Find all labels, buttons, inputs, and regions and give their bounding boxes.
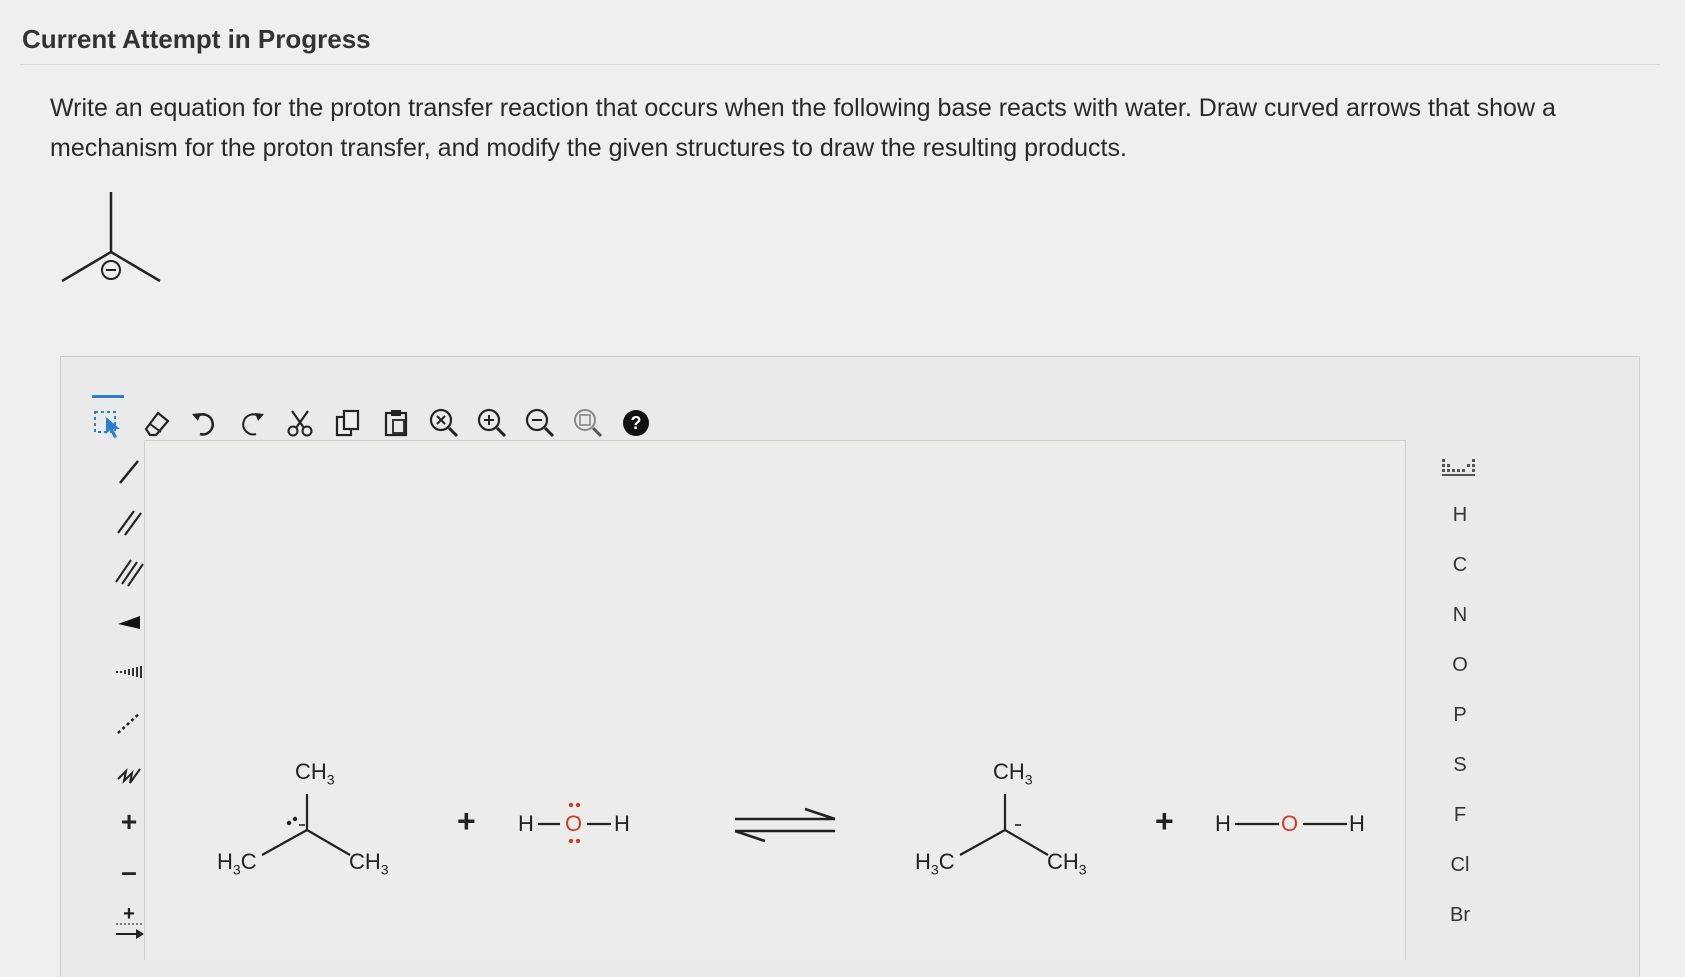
eraser-icon[interactable] [136, 403, 176, 443]
element-c[interactable]: C [1430, 545, 1490, 585]
element-h[interactable]: H [1430, 495, 1490, 535]
product-top-group: CH3 [993, 759, 1033, 788]
copy-icon[interactable] [328, 403, 368, 443]
reactant-top-group: CH3 [295, 759, 335, 788]
water-product-oxygen: O [1281, 811, 1299, 836]
zoom-in-icon[interactable] [472, 403, 512, 443]
element-br[interactable]: Br [1430, 895, 1490, 935]
water-product-h1: H [1215, 811, 1231, 836]
element-toolbar: H C N O P S F Cl Br [1430, 450, 1490, 959]
plus-sign-2: + [1155, 803, 1174, 839]
cut-icon[interactable] [280, 403, 320, 443]
water-reactant-h1: H [518, 811, 534, 836]
help-icon[interactable]: ? [616, 403, 656, 443]
svg-text:?: ? [631, 413, 642, 433]
zoom-out-icon[interactable] [520, 403, 560, 443]
question-text: Write an equation for the proton transfe… [50, 94, 1556, 162]
given-base-structure [61, 192, 161, 283]
periodic-table-icon[interactable] [1430, 450, 1490, 490]
page-title: Current Attempt in Progress [22, 24, 371, 54]
drawing-canvas[interactable]: CH3 H3C CH3 + H O H CH3 H3C CH3 + H O H [144, 440, 1406, 960]
product-left-group: H3C [915, 849, 955, 878]
element-cl[interactable]: Cl [1430, 845, 1490, 885]
svg-text:+: + [123, 903, 135, 925]
reactant-left-group: H3C [217, 849, 257, 878]
zoom-fit-icon[interactable] [568, 403, 608, 443]
element-f[interactable]: F [1430, 795, 1490, 835]
element-p[interactable]: P [1430, 695, 1490, 735]
reactant-right-group: CH3 [349, 849, 389, 878]
header-divider [20, 64, 1660, 65]
water-product-h2: H [1349, 811, 1365, 836]
water-reactant-h2: H [614, 811, 630, 836]
plus-sign-1: + [457, 803, 476, 839]
undo-icon[interactable] [184, 403, 224, 443]
element-n[interactable]: N [1430, 595, 1490, 635]
redo-icon[interactable] [232, 403, 272, 443]
element-o[interactable]: O [1430, 645, 1490, 685]
paste-icon[interactable] [376, 403, 416, 443]
zoom-clear-icon[interactable] [424, 403, 464, 443]
oxygen-lone-pairs [568, 802, 581, 844]
product-charge-mark [1015, 824, 1021, 826]
product-right-group: CH3 [1047, 849, 1087, 878]
reactant-charge-marks [286, 816, 305, 826]
bond-lines [261, 794, 1347, 856]
select-icon[interactable] [88, 395, 128, 443]
element-s[interactable]: S [1430, 745, 1490, 785]
